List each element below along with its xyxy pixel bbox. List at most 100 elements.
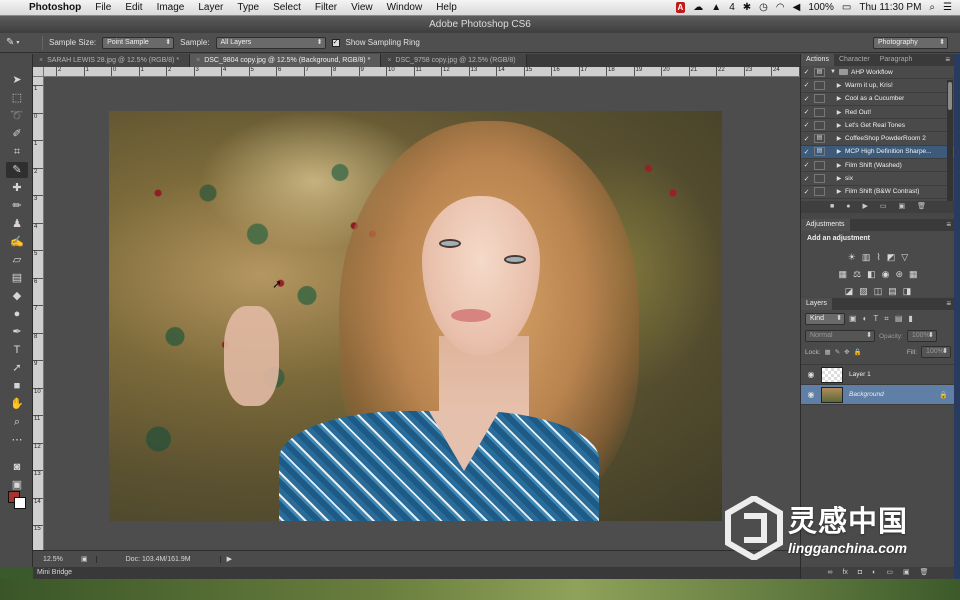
layer-name[interactable]: Layer 1 — [849, 371, 955, 378]
expand-triangle-icon[interactable]: ▶ — [833, 162, 845, 169]
add-mask-icon[interactable]: ◘ — [858, 567, 862, 579]
toggle-dialog-icon[interactable] — [814, 107, 825, 117]
play-icon[interactable]: ▶ — [862, 201, 867, 213]
healing-brush-tool-icon[interactable]: ✚ — [6, 180, 28, 196]
doc-export-icon[interactable]: ▣ — [81, 555, 88, 563]
expand-triangle-icon[interactable]: ▶ — [833, 135, 845, 142]
menu-file[interactable]: File — [88, 0, 118, 16]
toggle-item-checkmark-icon[interactable]: ✓ — [801, 108, 812, 116]
action-row[interactable]: ✓ ▤ ▶ MCP High Definition Sharpe... — [801, 145, 955, 160]
brush-tool-icon[interactable]: ✏ — [6, 198, 28, 214]
creative-cloud-icon[interactable]: ☁ — [693, 2, 703, 13]
close-icon[interactable]: × — [387, 57, 391, 64]
wifi-icon[interactable]: ◠ — [776, 2, 785, 13]
type-tool-icon[interactable]: T — [6, 342, 28, 358]
expand-triangle-icon[interactable]: ▶ — [833, 175, 845, 182]
selective-color-icon[interactable]: ◨ — [903, 286, 912, 297]
lasso-tool-icon[interactable]: ➰ — [6, 108, 28, 124]
toggle-dialog-icon[interactable]: ▤ — [814, 67, 825, 77]
eyedropper-tool-preset-icon[interactable]: ✎ ▾ — [6, 35, 36, 51]
lock-pixels-icon[interactable]: ✎ — [835, 348, 840, 356]
screen-mode-icon[interactable]: ▣ — [6, 477, 28, 493]
toggle-item-checkmark-icon[interactable]: ✓ — [801, 81, 812, 89]
opacity-field[interactable]: 100% — [906, 330, 937, 342]
menu-app-name[interactable]: Photoshop — [22, 0, 88, 16]
show-sampling-ring-checkbox[interactable]: ✓ — [331, 38, 340, 47]
posterize-icon[interactable]: ▨ — [859, 286, 868, 297]
expand-triangle-icon[interactable]: ▶ — [833, 82, 845, 89]
delete-icon[interactable]: 🗑 — [917, 201, 926, 213]
new-group-icon[interactable]: ▭ — [886, 567, 893, 579]
menu-select[interactable]: Select — [266, 0, 308, 16]
shape-filter-icon[interactable]: ⌗ — [884, 314, 889, 324]
eyedropper-tool-icon[interactable]: ✎ — [6, 162, 28, 178]
battery-percent[interactable]: 100% — [808, 2, 834, 13]
close-icon[interactable]: × — [196, 57, 200, 64]
color-lookup-icon[interactable]: ▦ — [909, 269, 918, 280]
toggle-item-checkmark-icon[interactable]: ✓ — [801, 188, 812, 196]
scroll-thumb[interactable] — [948, 82, 952, 110]
background-color-swatch[interactable] — [14, 497, 26, 509]
menu-type[interactable]: Type — [230, 0, 266, 16]
move-tool-icon[interactable]: ➤ — [6, 72, 28, 88]
spotlight-icon[interactable]: ⌕ — [929, 2, 935, 13]
lock-position-icon[interactable]: ✥ — [844, 348, 849, 356]
pen-tool-icon[interactable]: ✒ — [6, 324, 28, 340]
pixel-filter-icon[interactable]: ▣ — [849, 314, 857, 324]
visibility-eye-icon[interactable]: ◉ — [801, 370, 821, 379]
quick-mask-icon[interactable]: ◙ — [6, 459, 28, 475]
action-row[interactable]: ✓ ▶ Film Shift (B&W Contrast) — [801, 186, 955, 199]
layer-row[interactable]: ◉ Layer 1 — [801, 365, 955, 385]
menu-filter[interactable]: Filter — [308, 0, 344, 16]
zoom-tool-icon[interactable]: ⌕ — [6, 414, 28, 430]
action-row[interactable]: ✓ ▶ Cool as a Cucumber — [801, 93, 955, 106]
visibility-eye-icon[interactable]: ◉ — [801, 390, 821, 399]
tab-actions[interactable]: Actions — [801, 54, 834, 66]
expand-triangle-icon[interactable]: ▶ — [833, 188, 845, 195]
panel-menu-icon[interactable]: ≡ — [946, 219, 951, 231]
toggle-item-checkmark-icon[interactable]: ✓ — [801, 135, 812, 143]
toggle-item-checkmark-icon[interactable]: ✓ — [801, 161, 812, 169]
channel-mixer-icon[interactable]: ⊛ — [895, 269, 903, 280]
menu-layer[interactable]: Layer — [191, 0, 230, 16]
hand-tool-icon[interactable]: ✋ — [6, 396, 28, 412]
bluetooth-icon[interactable]: ✱ — [743, 2, 751, 13]
blend-mode-dropdown[interactable]: Normal — [805, 330, 875, 342]
new-set-icon[interactable]: ▭ — [880, 201, 887, 213]
toggle-dialog-icon[interactable]: ▤ — [814, 134, 825, 144]
expand-triangle-icon[interactable]: ▶ — [833, 109, 845, 116]
marquee-tool-icon[interactable]: ⬚ — [6, 90, 28, 106]
close-icon[interactable]: × — [39, 57, 43, 64]
panel-menu-icon[interactable]: ≡ — [946, 298, 951, 310]
tab-paragraph[interactable]: Paragraph — [875, 54, 918, 66]
toggle-dialog-icon[interactable] — [814, 94, 825, 104]
toggle-dialog-icon[interactable] — [814, 187, 825, 197]
toggle-item-checkmark-icon[interactable]: ✓ — [801, 95, 812, 103]
threshold-icon[interactable]: ◫ — [874, 286, 883, 297]
action-set-row[interactable]: ✓ ▤ ▼ AHP Workflow — [801, 66, 955, 80]
photo-filter-icon[interactable]: ◉ — [882, 269, 890, 280]
ruler-origin[interactable] — [33, 67, 44, 77]
toggle-dialog-icon[interactable] — [814, 174, 825, 184]
quick-selection-tool-icon[interactable]: ✐ — [6, 126, 28, 142]
layer-kind-filter[interactable]: Kind — [805, 313, 845, 325]
expand-triangle-icon[interactable]: ▼ — [827, 69, 839, 75]
action-row[interactable]: ✓ ▤ ▶ CoffeeShop PowderRoom 2 — [801, 132, 955, 146]
horizontal-ruler[interactable]: 2 1 0 1 2 3 4 5 6 7 8 9 10 11 12 13 14 15 16 17 18 19 20 21 22 23… — [44, 67, 800, 77]
lock-all-icon[interactable]: 🔒 — [854, 348, 862, 356]
menu-window[interactable]: Window — [380, 0, 430, 16]
toggle-dialog-icon[interactable] — [814, 160, 825, 170]
sample-size-dropdown[interactable]: Point Sample — [102, 36, 175, 49]
shape-tool-icon[interactable]: ■ — [6, 378, 28, 394]
adobe-icon[interactable]: A — [675, 2, 686, 13]
action-row[interactable]: ✓ ▶ Red Out! — [801, 106, 955, 120]
canvas-area[interactable]: ➚ — [44, 77, 800, 550]
toggle-item-checkmark-icon[interactable]: ✓ — [801, 175, 812, 183]
black-white-icon[interactable]: ◧ — [867, 269, 876, 280]
document-image[interactable]: ➚ — [109, 111, 722, 521]
blur-tool-icon[interactable]: ◆ — [6, 288, 28, 304]
eraser-tool-icon[interactable]: ▱ — [6, 252, 28, 268]
gradient-tool-icon[interactable]: ▤ — [6, 270, 28, 286]
toggle-dialog-icon[interactable]: ▤ — [814, 147, 825, 157]
status-menu-arrow-icon[interactable]: ▶ — [227, 555, 232, 563]
